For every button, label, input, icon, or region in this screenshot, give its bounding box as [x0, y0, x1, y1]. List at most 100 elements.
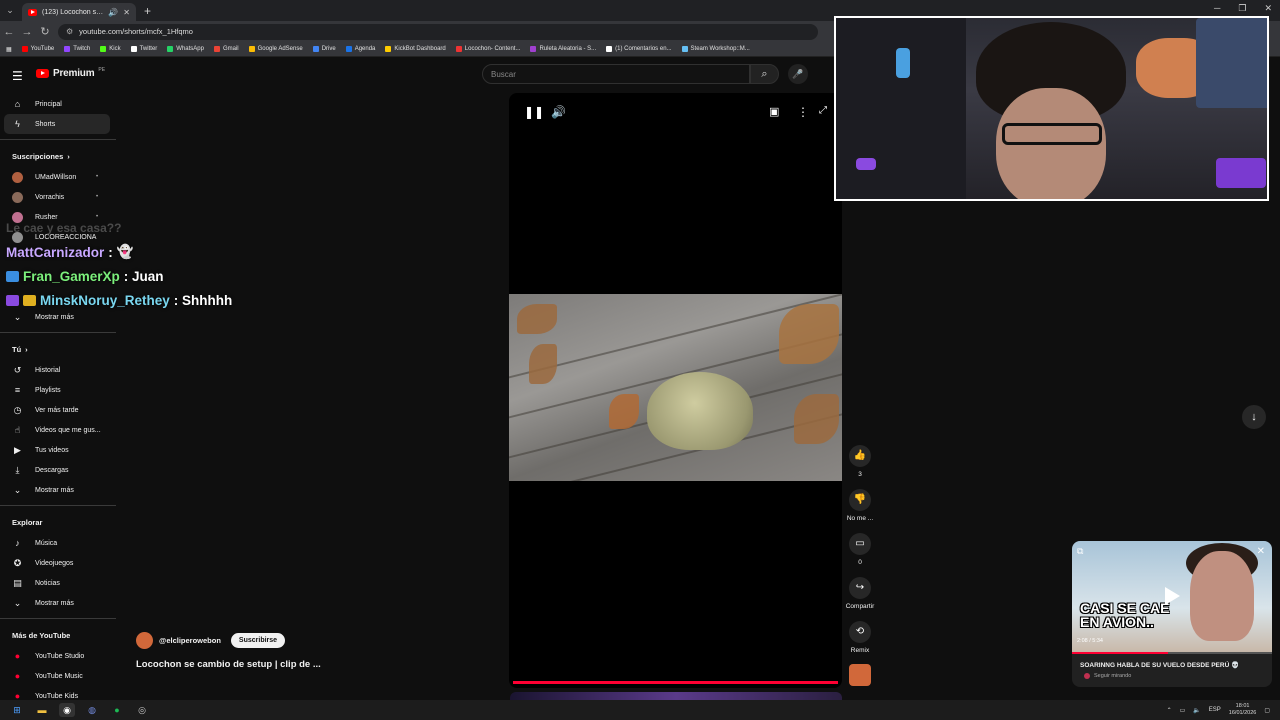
url-bar[interactable]: ⚙ youtube.com/shorts/mcfx_1Hfqmo	[58, 23, 818, 40]
file-explorer-icon[interactable]: ▬	[34, 703, 50, 717]
tab-audio-icon[interactable]: 🔊	[108, 8, 118, 17]
sidebar-item-playlists[interactable]: ≡ Playlists	[4, 380, 110, 400]
sidebar-item-shorts[interactable]: ϟ Shorts	[4, 114, 110, 134]
bookmark-item[interactable]: KickBot Dashboard	[385, 46, 446, 52]
tab-search-icon[interactable]: ⌄	[0, 5, 20, 16]
mini-player[interactable]: CASI SE CAE EN AVION.. ⧉ ✕ 2:08 / 5:34 S…	[1072, 541, 1272, 687]
volume-icon[interactable]: 🔈	[1193, 707, 1200, 714]
avatar	[12, 171, 23, 183]
bookmark-item[interactable]: YouTube	[21, 46, 54, 52]
channel-dot-icon	[1084, 673, 1090, 679]
volume-icon[interactable]: 🔊	[551, 105, 566, 119]
notifications-icon[interactable]: ▢	[1264, 707, 1270, 714]
search-input[interactable]: Buscar	[482, 64, 750, 84]
taskbar: ⊞ ▬ ◉ ◍ ● ◎ ⌃ ▭ 🔈 ESP 18:01 16/01/2026 ▢	[0, 700, 1280, 720]
sidebar-item-label: YouTube Music	[35, 672, 83, 680]
bookmark-item[interactable]: Gmail	[213, 46, 239, 52]
reload-icon[interactable]: ↻	[36, 25, 54, 38]
bookmark-favicon-icon	[385, 46, 392, 52]
sidebar-item-downloads[interactable]: ⤓ Descargas	[4, 460, 110, 480]
short-title[interactable]: Locochon se cambio de setup | clip de ..…	[136, 659, 321, 670]
search-button[interactable]: ⌕	[750, 64, 779, 84]
chrome-icon[interactable]: ◉	[59, 703, 75, 717]
restore-icon[interactable]: ❐	[1238, 3, 1246, 14]
bookmark-item[interactable]: Google AdSense	[248, 46, 303, 52]
bookmark-item[interactable]: Steam Workshop::M...	[681, 46, 750, 52]
back-icon[interactable]: ←	[0, 26, 18, 38]
close-window-icon[interactable]: ✕	[1264, 3, 1272, 14]
bookmark-favicon-icon	[167, 46, 174, 52]
close-icon[interactable]: ✕	[1257, 546, 1265, 557]
sidebar-item-label: Noticias	[35, 579, 60, 587]
bookmark-item[interactable]: (1) Comentarios en...	[606, 46, 672, 52]
pause-icon[interactable]: ❚❚	[524, 105, 544, 119]
sidebar-item-label: UMadWillson	[35, 173, 77, 181]
video-progress-bar[interactable]	[513, 681, 838, 684]
language-indicator[interactable]: ESP	[1209, 707, 1221, 713]
share-button[interactable]: ↪ Compartir	[844, 577, 876, 610]
new-tab-button[interactable]: +	[144, 4, 151, 18]
sound-source-button[interactable]	[844, 664, 876, 686]
minimize-icon[interactable]: ─	[1214, 3, 1220, 14]
sidebar-you-header[interactable]: Tú ›	[0, 338, 116, 360]
bookmark-item[interactable]: WhatsApp	[167, 46, 204, 52]
channel-avatar[interactable]	[136, 632, 153, 649]
sidebar-item-youtube-studio[interactable]: ● YouTube Studio	[4, 646, 110, 666]
shelf	[836, 18, 966, 199]
network-icon[interactable]: ▭	[1180, 707, 1186, 714]
bookmark-item[interactable]: Agenda	[345, 46, 376, 52]
sidebar-item-music[interactable]: ♪ Música	[4, 533, 110, 553]
sidebar-item-youtube-music[interactable]: ● YouTube Music	[4, 666, 110, 686]
sidebar-show-more-you[interactable]: ⌄ Mostrar más	[4, 480, 110, 500]
channel-name[interactable]: @elcliperowebon	[159, 636, 221, 645]
tab-close-icon[interactable]: ✕	[123, 8, 130, 17]
sidebar-item-sub-umadwillson[interactable]: UMadWillson •	[4, 167, 110, 187]
menu-icon[interactable]: ☰	[12, 69, 23, 83]
thumbs-down-icon: 👎	[849, 489, 871, 511]
bookmark-label: Agenda	[354, 46, 376, 52]
forward-icon[interactable]: →	[18, 26, 36, 38]
sidebar-item-news[interactable]: ▤ Noticias	[4, 573, 110, 593]
bookmark-item[interactable]: Twitch	[64, 46, 90, 52]
subscribe-button[interactable]: Suscribirse	[230, 633, 286, 648]
thumbnail-caption-line: EN AVION..	[1080, 614, 1154, 630]
like-button[interactable]: 👍 3	[844, 445, 876, 478]
voice-search-button[interactable]: 🎤	[788, 64, 808, 84]
apps-icon[interactable]: ▦	[6, 46, 12, 53]
bookmark-item[interactable]: Twitter	[130, 46, 157, 52]
dislike-button[interactable]: 👎 No me ...	[844, 489, 876, 522]
sidebar-item-gaming[interactable]: ✪ Videojuegos	[4, 553, 110, 573]
windows-start-icon[interactable]: ⊞	[9, 703, 25, 717]
sidebar-item-sub-vorrachis[interactable]: Vorrachis •	[4, 187, 110, 207]
obs-icon[interactable]: ◎	[134, 703, 150, 717]
discord-icon[interactable]: ◍	[84, 703, 100, 717]
site-info-icon[interactable]: ⚙	[66, 27, 73, 36]
sidebar-subscriptions-header[interactable]: Suscripciones ›	[0, 145, 116, 167]
bookmark-item[interactable]: Kick	[100, 46, 121, 52]
sidebar-item-watch-later[interactable]: ◷ Ver más tarde	[4, 400, 110, 420]
more-options-icon[interactable]: ⋮	[797, 105, 809, 119]
sidebar-item-your-videos[interactable]: ▶ Tus videos	[4, 440, 110, 460]
sidebar-item-liked-videos[interactable]: ☝ Videos que me gus...	[4, 420, 110, 440]
youtube-logo-icon	[36, 69, 49, 78]
bookmark-item[interactable]: Drive	[312, 46, 336, 52]
expand-icon[interactable]: ⧉	[1077, 546, 1083, 557]
remix-button[interactable]: ⟲ Remix	[844, 621, 876, 654]
fullscreen-icon[interactable]: ⤢	[819, 105, 827, 116]
clock[interactable]: 18:01 16/01/2026	[1229, 703, 1257, 717]
spotify-icon[interactable]: ●	[109, 703, 125, 717]
comments-button[interactable]: ▭ 0	[844, 533, 876, 566]
sidebar-item-historial[interactable]: ↺ Historial	[4, 360, 110, 380]
sidebar-item-principal[interactable]: ⌂ Principal	[4, 94, 110, 114]
captions-icon[interactable]: ▣	[769, 105, 779, 118]
leaf	[779, 304, 839, 364]
bookmark-item[interactable]: Ruleta Aleatoria - S...	[530, 46, 596, 52]
bookmark-item[interactable]: Locochon- Content...	[455, 46, 520, 52]
youtube-logo[interactable]: Premium PE	[36, 67, 105, 79]
browser-tab-active[interactable]: (123) Locochon se cambio 🔊 ✕	[22, 3, 136, 21]
play-icon[interactable]	[1165, 587, 1180, 605]
next-short-button[interactable]: ↓	[1242, 405, 1266, 429]
tray-chevron-icon[interactable]: ⌃	[1167, 707, 1172, 714]
sidebar-show-more-explore[interactable]: ⌄ Mostrar más	[4, 593, 110, 613]
sidebar-show-more-subs[interactable]: ⌄ Mostrar más	[4, 307, 110, 327]
